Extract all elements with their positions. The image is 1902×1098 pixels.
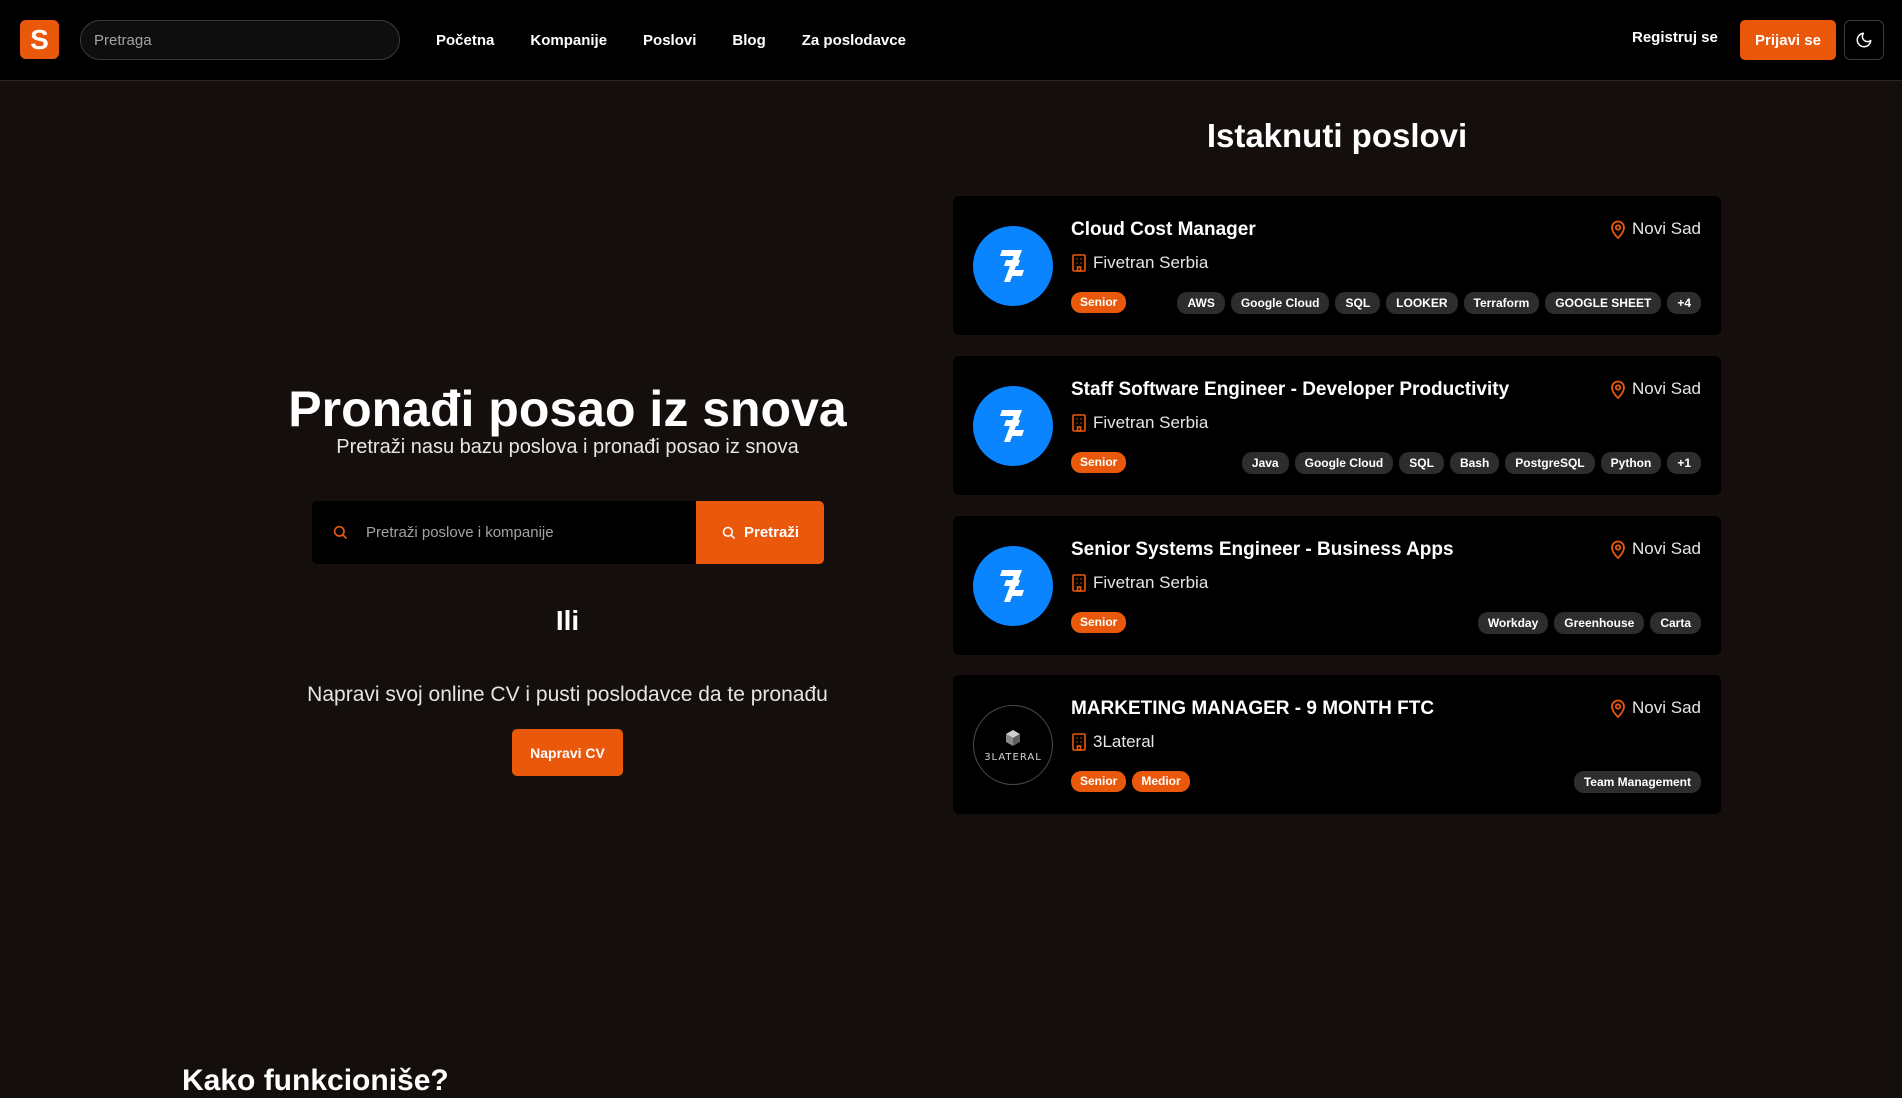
fivetran-logo (973, 386, 1053, 466)
logo-text: 3LATERAL (984, 751, 1042, 763)
hero-title: Pronađi posao iz snova (288, 381, 847, 437)
job-card[interactable]: 3LATERAL MARKETING MANAGER - 9 MONTH FTC… (953, 675, 1721, 814)
skill-tag: Google Cloud (1294, 452, 1394, 474)
skill-tag: LOOKER (1386, 292, 1458, 314)
job-location-text: Novi Sad (1632, 379, 1701, 398)
job-levels: Senior (1071, 612, 1127, 633)
job-levels: Senior (1071, 292, 1127, 313)
level-badge: Medior (1132, 771, 1190, 792)
level-badge: Senior (1071, 452, 1127, 473)
nav-link-blog[interactable]: Blog (732, 32, 765, 49)
hero-search-button-label: Pretraži (743, 524, 800, 541)
fivetran-logo (973, 226, 1053, 306)
job-company: 3Lateral (1071, 732, 1154, 752)
job-tags: Team Management (1573, 771, 1701, 793)
skill-tag: Carta (1650, 612, 1701, 634)
site-logo[interactable]: S (20, 20, 59, 59)
skill-tag: GOOGLE SHEET (1545, 292, 1662, 314)
job-levels: Senior (1071, 452, 1127, 473)
job-location: Novi Sad (1610, 379, 1701, 399)
main-nav: Početna Kompanije Poslovi Blog Za poslod… (436, 0, 942, 80)
job-company: Fivetran Serbia (1071, 413, 1208, 433)
job-location-text: Novi Sad (1632, 698, 1701, 717)
hero-search-field (312, 501, 696, 564)
job-card[interactable]: Staff Software Engineer - Developer Prod… (953, 356, 1721, 495)
skill-tag: Team Management (1573, 771, 1701, 793)
job-card[interactable]: Cloud Cost Manager Fivetran Serbia Novi … (953, 196, 1721, 335)
skill-tag: Python (1600, 452, 1662, 474)
navbar: S Početna Kompanije Poslovi Blog Za posl… (0, 0, 1902, 81)
how-it-works-heading: Kako funkcioniše? (182, 1064, 449, 1097)
job-location: Novi Sad (1610, 698, 1701, 718)
job-company-name: Fivetran Serbia (1093, 413, 1209, 432)
job-company: Fivetran Serbia (1071, 253, 1208, 273)
moon-icon (1856, 32, 1872, 48)
skill-tag: Google Cloud (1230, 292, 1330, 314)
login-button[interactable]: Prijavi se (1740, 20, 1836, 60)
theme-toggle-button[interactable] (1844, 20, 1884, 60)
cube-icon (1006, 729, 1020, 746)
create-cv-button[interactable]: Napravi CV (512, 729, 623, 776)
map-pin-icon (1611, 380, 1625, 399)
level-badge: Senior (1071, 292, 1127, 313)
job-title[interactable]: Senior Systems Engineer - Business Apps (1071, 539, 1454, 561)
building-icon (1072, 254, 1086, 272)
job-title[interactable]: Cloud Cost Manager (1071, 219, 1256, 241)
nav-search-input[interactable] (80, 20, 400, 60)
building-icon (1072, 574, 1086, 592)
map-pin-icon (1611, 220, 1625, 239)
job-location-text: Novi Sad (1632, 219, 1701, 238)
job-card[interactable]: Senior Systems Engineer - Business Apps … (953, 516, 1721, 655)
job-company: Fivetran Serbia (1071, 573, 1208, 593)
skill-tag: Terraform (1463, 292, 1540, 314)
or-divider: Ili (555, 605, 580, 636)
skill-tag: AWS (1177, 292, 1225, 314)
cv-promo-text: Napravi svoj online CV i pusti poslodavc… (307, 683, 828, 706)
job-company-name: Fivetran Serbia (1093, 573, 1209, 592)
skill-tag: Java (1241, 452, 1289, 474)
nav-link-employers[interactable]: Za poslodavce (802, 32, 906, 49)
nav-link-jobs[interactable]: Poslovi (643, 32, 696, 49)
skill-tag: Greenhouse (1554, 612, 1645, 634)
more-tags-count: +4 (1667, 292, 1701, 314)
skill-tag: Bash (1449, 452, 1500, 474)
more-tags-count: +1 (1667, 452, 1701, 474)
map-pin-icon (1611, 699, 1625, 718)
3lateral-logo: 3LATERAL (973, 705, 1053, 785)
nav-link-companies[interactable]: Kompanije (530, 32, 607, 49)
skill-tag: SQL (1335, 292, 1381, 314)
search-icon (333, 525, 347, 539)
fivetran-logo (973, 546, 1053, 626)
hero-search-input[interactable] (366, 501, 666, 564)
nav-link-home[interactable]: Početna (436, 32, 494, 49)
level-badge: Senior (1071, 612, 1127, 633)
skill-tag: Workday (1477, 612, 1549, 634)
job-levels: Senior Medior (1071, 771, 1190, 792)
skill-tag: SQL (1399, 452, 1444, 474)
hero-search-bar: Pretraži (312, 501, 824, 564)
map-pin-icon (1611, 540, 1625, 559)
job-location-text: Novi Sad (1632, 539, 1701, 558)
job-tags: AWS Google Cloud SQL LOOKER Terraform GO… (1177, 292, 1701, 314)
building-icon (1072, 414, 1086, 432)
job-location: Novi Sad (1610, 539, 1701, 559)
building-icon (1072, 733, 1086, 751)
register-link[interactable]: Registruj se (1632, 29, 1718, 46)
featured-jobs-title: Istaknuti poslovi (1206, 117, 1468, 154)
skill-tag: PostgreSQL (1505, 452, 1595, 474)
job-title[interactable]: Staff Software Engineer - Developer Prod… (1071, 379, 1509, 401)
job-tags: Workday Greenhouse Carta (1477, 612, 1701, 634)
job-company-name: Fivetran Serbia (1093, 253, 1209, 272)
hero-search-button[interactable]: Pretraži (696, 501, 824, 564)
job-location: Novi Sad (1610, 219, 1701, 239)
level-badge: Senior (1071, 771, 1127, 792)
job-title[interactable]: MARKETING MANAGER - 9 MONTH FTC (1071, 698, 1434, 720)
search-icon (722, 526, 735, 539)
job-company-name: 3Lateral (1093, 732, 1155, 751)
hero-subtitle: Pretraži nasu bazu poslova i pronađi pos… (336, 436, 799, 458)
job-tags: Java Google Cloud SQL Bash PostgreSQL Py… (1241, 452, 1701, 474)
